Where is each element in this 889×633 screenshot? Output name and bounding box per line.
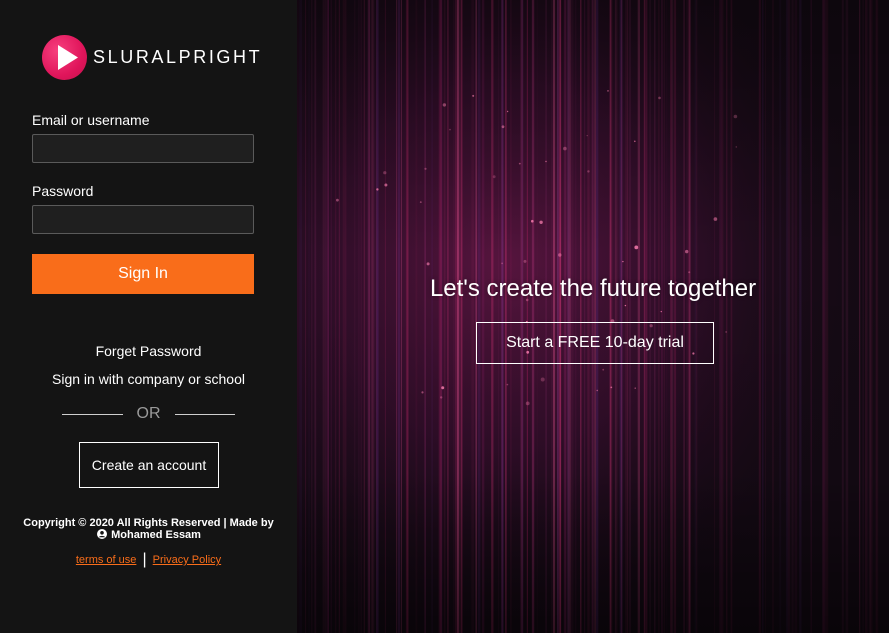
company-signin-link[interactable]: Sign in with company or school xyxy=(0,371,297,387)
brand-logo[interactable]: SLURALPRIGHT xyxy=(42,35,262,80)
free-trial-button[interactable]: Start a FREE 10-day trial xyxy=(476,322,714,364)
terms-of-use-link[interactable]: terms of use xyxy=(76,554,137,566)
legal-separator: | xyxy=(142,551,147,568)
sign-in-button[interactable]: Sign In xyxy=(32,254,254,294)
hero-title: Let's create the future together xyxy=(429,275,757,302)
legal-links: terms of use | Privacy Policy xyxy=(0,551,297,569)
privacy-policy-link[interactable]: Privacy Policy xyxy=(153,554,221,566)
user-circle-icon xyxy=(97,529,108,539)
hero-panel: Let's create the future together Start a… xyxy=(297,0,889,633)
copyright-text: Copyright © 2020 All Rights Reserved | M… xyxy=(20,517,277,541)
hero-background xyxy=(297,0,889,633)
login-panel: SLURALPRIGHT Email or username Password … xyxy=(0,0,297,633)
or-divider: OR xyxy=(62,404,235,424)
password-label: Password xyxy=(32,183,94,199)
password-field[interactable] xyxy=(32,205,254,234)
or-text: OR xyxy=(136,405,161,422)
copyright-label: Copyright © 2020 All Rights Reserved | M… xyxy=(23,517,274,529)
email-field[interactable] xyxy=(32,134,254,163)
forget-password-link[interactable]: Forget Password xyxy=(0,343,297,359)
divider-line-left xyxy=(62,413,123,415)
play-logo-icon xyxy=(42,35,87,80)
brand-name: SLURALPRIGHT xyxy=(93,47,263,67)
email-label: Email or username xyxy=(32,112,150,128)
create-account-button[interactable]: Create an account xyxy=(79,442,219,488)
author-name: Mohamed Essam xyxy=(111,529,201,541)
divider-line-right xyxy=(174,413,235,415)
